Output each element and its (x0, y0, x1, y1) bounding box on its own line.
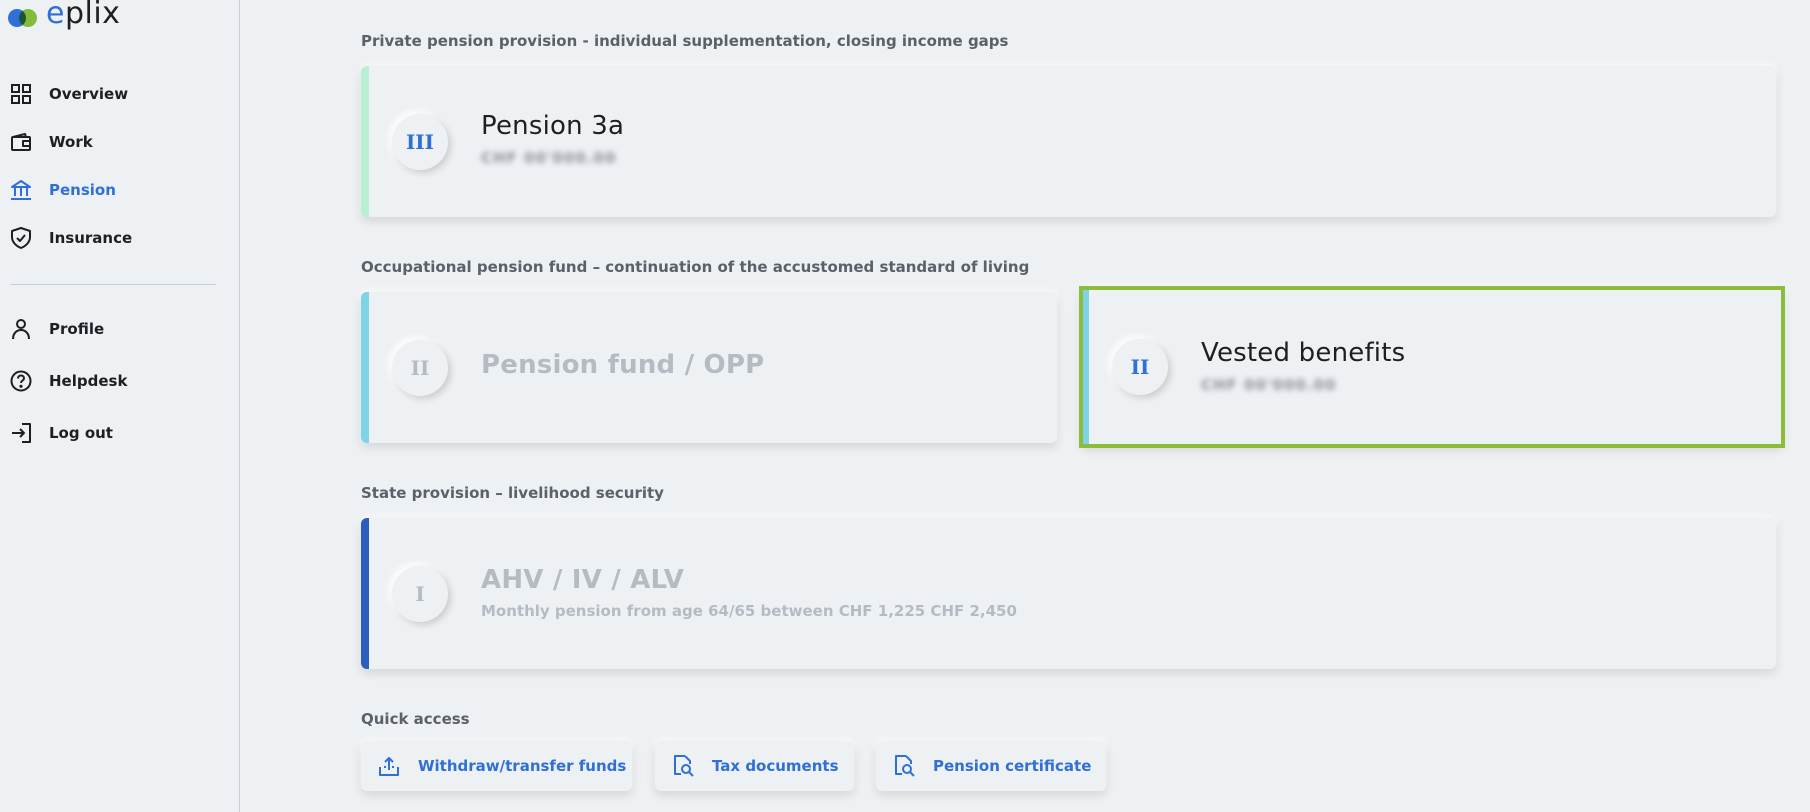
nav-item-pension[interactable]: Pension (10, 166, 216, 214)
grid-icon (10, 83, 32, 105)
card-ahv-iv-alv[interactable]: I AHV / IV / ALV Monthly pension from ag… (361, 518, 1776, 669)
bank-icon (10, 179, 32, 201)
main-nav: Overview Work Pension Insurance Profile … (10, 70, 216, 459)
quick-label: Pension certificate (933, 757, 1092, 775)
nav-item-overview[interactable]: Overview (10, 70, 216, 118)
sidebar: eplix Overview Work Pension Insurance Pr… (0, 0, 240, 812)
logout-icon (10, 422, 32, 444)
nav-label: Work (49, 133, 93, 151)
card-title: Pension fund / OPP (481, 350, 765, 380)
pension-certificate-button[interactable]: Pension certificate (876, 741, 1106, 791)
card-stripe (361, 518, 369, 669)
nav-label: Log out (49, 424, 113, 442)
logo-wordmark: eplix (46, 0, 121, 31)
nav-label: Overview (49, 85, 129, 103)
card-title: Vested benefits (1201, 338, 1406, 368)
quick-label: Tax documents (712, 757, 839, 775)
card-stripe (361, 292, 369, 443)
wallet-icon (10, 131, 32, 153)
nav-label: Helpdesk (49, 372, 128, 390)
quick-label: Withdraw/transfer funds (418, 757, 627, 775)
card-vested-benefits[interactable]: II Vested benefits CHF 00'000.00 (1081, 288, 1783, 446)
card-subtitle: Monthly pension from age 64/65 between C… (481, 602, 1017, 620)
card-stripe (361, 66, 369, 217)
shield-check-icon (10, 227, 32, 249)
nav-item-profile[interactable]: Profile (10, 303, 216, 355)
document-search-icon (672, 755, 694, 777)
nav-item-helpdesk[interactable]: Helpdesk (10, 355, 216, 407)
withdraw-transfer-button[interactable]: Withdraw/transfer funds (361, 741, 632, 791)
upload-tray-icon (378, 755, 400, 777)
document-search-icon (893, 755, 915, 777)
pillar-one-icon: I (392, 565, 448, 622)
help-circle-icon (10, 370, 32, 392)
nav-item-logout[interactable]: Log out (10, 407, 216, 459)
eplix-logo[interactable]: eplix (8, 0, 120, 32)
nav-label: Profile (49, 320, 105, 338)
user-icon (10, 318, 32, 340)
card-balance: CHF 00'000.00 (481, 149, 617, 167)
pillar-two-icon: II (1112, 339, 1168, 395)
nav-divider (10, 284, 216, 285)
card-balance: CHF 00'000.00 (1201, 376, 1337, 394)
nav-label: Pension (49, 181, 116, 199)
pillar-three-icon: III (392, 113, 448, 170)
section-label-state: State provision – livelihood security (361, 484, 664, 502)
card-title: AHV / IV / ALV (481, 565, 685, 595)
card-pension-fund[interactable]: II Pension fund / OPP (361, 292, 1057, 443)
nav-item-work[interactable]: Work (10, 118, 216, 166)
pillar-two-icon: II (392, 339, 448, 396)
section-label-quick-access: Quick access (361, 710, 470, 728)
section-label-occupational: Occupational pension fund – continuation… (361, 258, 1030, 276)
card-stripe (1081, 288, 1089, 446)
nav-item-insurance[interactable]: Insurance (10, 214, 216, 262)
card-title: Pension 3a (481, 111, 625, 141)
logo-mark-icon (8, 5, 38, 27)
tax-documents-button[interactable]: Tax documents (655, 741, 854, 791)
nav-label: Insurance (49, 229, 133, 247)
section-label-private: Private pension provision - individual s… (361, 32, 1009, 50)
card-pension-3a[interactable]: III Pension 3a CHF 00'000.00 (361, 66, 1776, 217)
